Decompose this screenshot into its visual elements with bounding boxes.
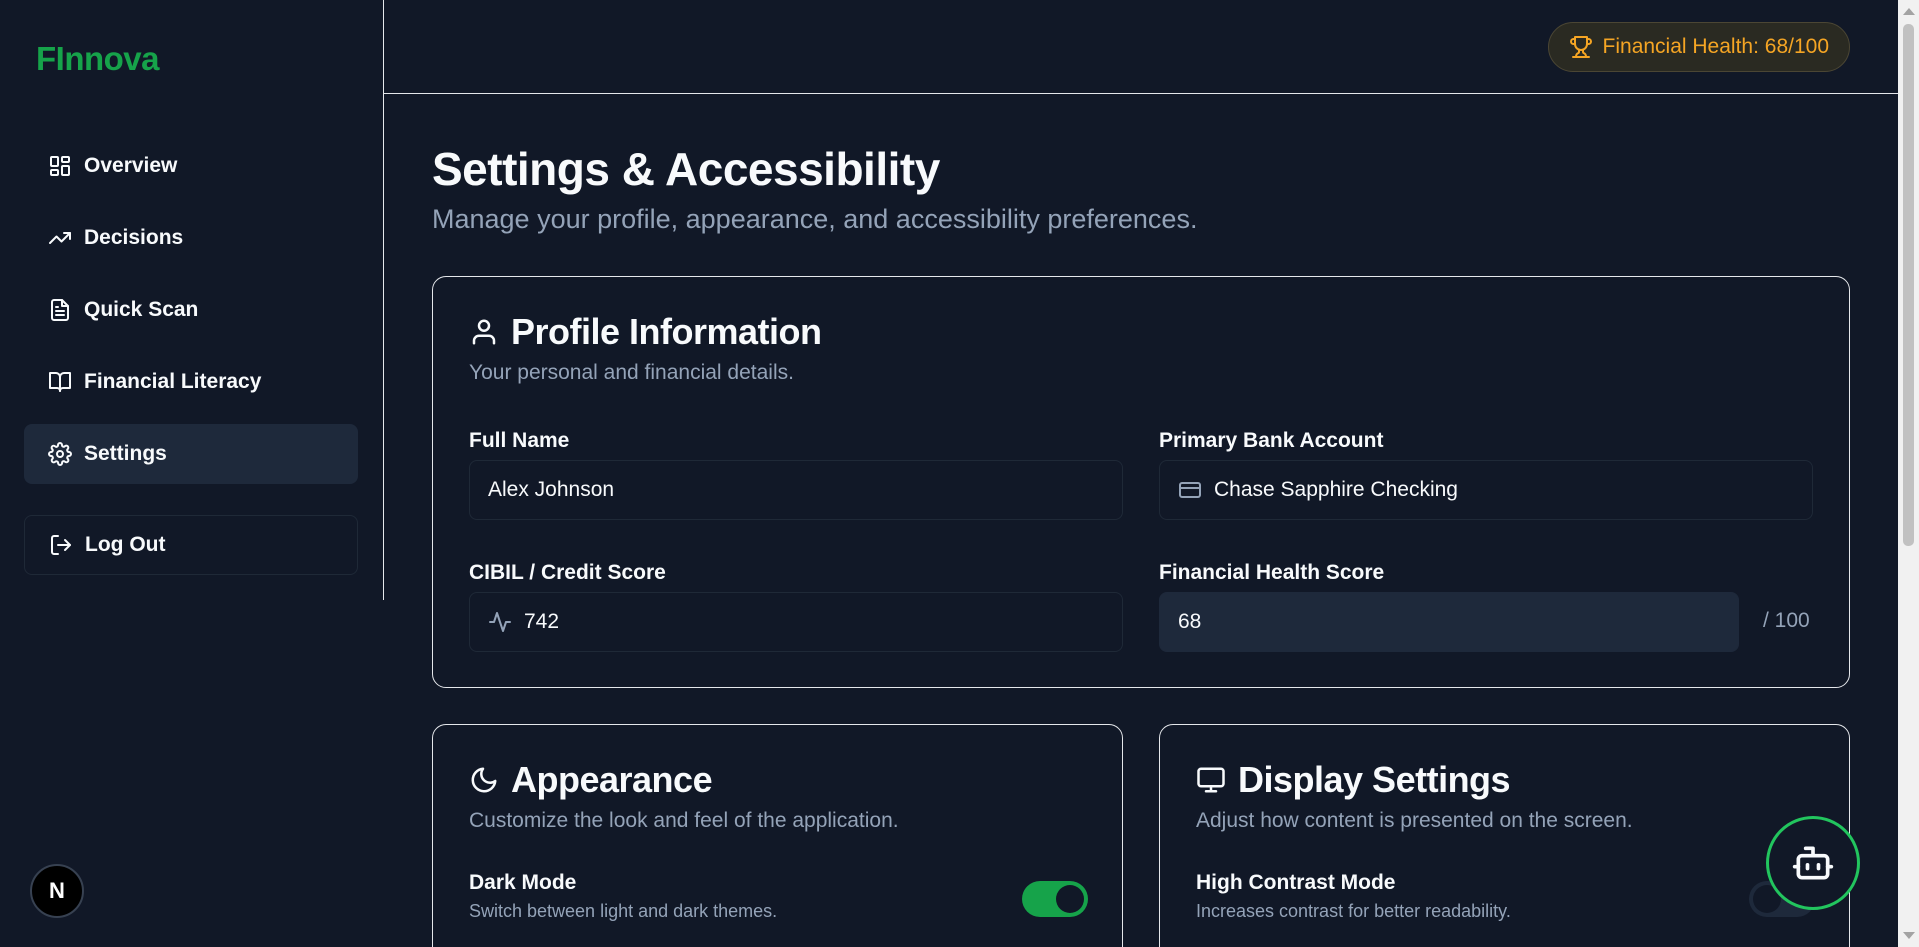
- scrollbar-thumb[interactable]: [1903, 24, 1914, 546]
- dark-mode-toggle[interactable]: [1022, 881, 1088, 917]
- sidebar-item-label: Financial Literacy: [84, 370, 262, 393]
- sidebar-item-settings[interactable]: Settings: [24, 424, 358, 484]
- ai-assistant-button[interactable]: [1766, 816, 1860, 910]
- sidebar: FInnova Overview Decisions Quick Scan Fi…: [0, 0, 384, 600]
- profile-card: Profile Information Your personal and fi…: [432, 276, 1850, 688]
- financial-health-badge[interactable]: Financial Health: 68/100: [1547, 22, 1850, 72]
- display-settings-card: Display Settings Adjust how content is p…: [1159, 724, 1850, 947]
- app-logo[interactable]: FInnova: [36, 40, 160, 78]
- health-score-value: 68: [1178, 610, 1202, 633]
- display-description: Adjust how content is presented on the s…: [1196, 809, 1633, 832]
- layout-grid-icon: [50, 156, 70, 176]
- sidebar-item-quick-scan[interactable]: Quick Scan: [24, 280, 358, 340]
- log-out-icon: [51, 535, 71, 555]
- dev-tools-badge[interactable]: N: [30, 864, 84, 918]
- gear-icon: [48, 442, 72, 466]
- appearance-title-text: Appearance: [511, 759, 713, 800]
- sidebar-item-label: Decisions: [84, 226, 184, 249]
- logout-label: Log Out: [85, 533, 166, 556]
- appearance-card: Appearance Customize the look and feel o…: [432, 724, 1123, 947]
- main-content: Settings & Accessibility Manage your pro…: [432, 94, 1850, 235]
- trophy-icon: [1569, 36, 1592, 58]
- sidebar-item-overview[interactable]: Overview: [24, 136, 358, 196]
- page-subtitle: Manage your profile, appearance, and acc…: [432, 204, 1198, 234]
- scroll-down-arrow-icon[interactable]: [1903, 932, 1915, 939]
- scroll-up-arrow-icon[interactable]: [1903, 8, 1915, 15]
- book-open-icon: [49, 372, 71, 392]
- display-title-text: Display Settings: [1238, 759, 1511, 800]
- top-bar: Financial Health: 68/100: [384, 0, 1898, 94]
- bot-icon: [1792, 846, 1834, 880]
- high-contrast-label: High Contrast Mode: [1196, 871, 1396, 894]
- credit-score-field[interactable]: 742: [469, 592, 1123, 652]
- credit-score-label: CIBIL / Credit Score: [469, 561, 666, 584]
- user-icon: [472, 319, 496, 345]
- sidebar-item-label: Settings: [84, 442, 167, 465]
- appearance-card-title: Appearance: [469, 759, 899, 801]
- health-score-suffix: / 100: [1763, 609, 1810, 632]
- monitor-icon: [1197, 767, 1225, 793]
- appearance-description: Customize the look and feel of the appli…: [469, 809, 899, 832]
- page-scrollbar[interactable]: [1898, 0, 1919, 947]
- sidebar-item-label: Quick Scan: [84, 298, 199, 321]
- bank-account-field[interactable]: Chase Sapphire Checking: [1159, 460, 1813, 520]
- sidebar-item-label: Overview: [84, 154, 178, 177]
- high-contrast-description: Increases contrast for better readabilit…: [1196, 901, 1511, 921]
- profile-description: Your personal and financial details.: [469, 361, 794, 384]
- moon-icon: [471, 767, 497, 793]
- logout-button[interactable]: Log Out: [24, 515, 358, 575]
- health-score-field[interactable]: 68: [1159, 592, 1739, 652]
- dark-mode-label: Dark Mode: [469, 871, 577, 894]
- sidebar-item-financial-literacy[interactable]: Financial Literacy: [24, 352, 358, 412]
- sidebar-item-decisions[interactable]: Decisions: [24, 208, 358, 268]
- bank-account-label: Primary Bank Account: [1159, 429, 1384, 452]
- page-title: Settings & Accessibility: [432, 143, 940, 195]
- file-text-icon: [51, 299, 69, 321]
- display-card-title: Display Settings: [1196, 759, 1633, 801]
- full-name-value: Alex Johnson: [488, 478, 615, 501]
- profile-title-text: Profile Information: [511, 311, 822, 352]
- trending-up-icon: [49, 232, 71, 244]
- credit-card-icon: [1179, 482, 1201, 498]
- sidebar-nav: Overview Decisions Quick Scan Financial …: [24, 136, 358, 496]
- financial-health-text: Financial Health: 68/100: [1602, 35, 1829, 58]
- activity-icon: [489, 612, 511, 632]
- bank-account-value: Chase Sapphire Checking: [1214, 478, 1458, 501]
- health-score-label: Financial Health Score: [1159, 561, 1385, 584]
- dark-mode-description: Switch between light and dark themes.: [469, 901, 778, 921]
- profile-card-title: Profile Information: [469, 311, 822, 353]
- credit-score-value: 742: [524, 610, 560, 633]
- full-name-label: Full Name: [469, 429, 570, 452]
- full-name-field[interactable]: Alex Johnson: [469, 460, 1123, 520]
